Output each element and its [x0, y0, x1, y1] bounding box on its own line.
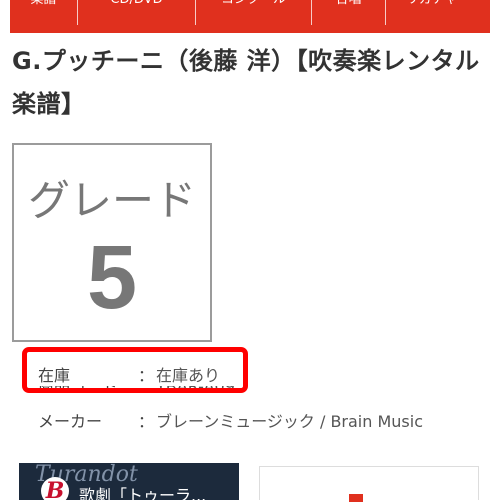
- maker-label: メーカー: [38, 412, 103, 431]
- grade-badge: グレード 5: [12, 143, 212, 342]
- product-title: G.プッチーニ（後藤 洋）【吹奏楽レンタル楽譜】: [12, 47, 480, 118]
- nav-item-sheet-music[interactable]: 楽譜: [10, 0, 78, 25]
- nav-item-chorus[interactable]: 合唱: [312, 0, 386, 25]
- stock-highlight-box: [22, 347, 248, 393]
- product-image-icon: [349, 494, 363, 502]
- brain-logo-icon: B: [41, 477, 69, 500]
- related-product-thumbnail[interactable]: Turandot B 歌劇「トゥーラ...: [19, 463, 239, 500]
- nav-item-ricacha[interactable]: リカチャー: [386, 0, 490, 25]
- maker-separator: ：: [138, 412, 155, 431]
- maker-value[interactable]: ブレーンミュージック / Brain Music: [156, 408, 423, 432]
- grade-label: グレード: [27, 176, 196, 225]
- related-product-card[interactable]: [259, 466, 479, 502]
- nav-item-contest[interactable]: コンクール: [196, 0, 312, 25]
- top-navigation: 楽譜 CD/DVD コンクール 合唱 リカチャー: [10, 0, 490, 33]
- maker-row: メーカー ： ブレーンミュージック / Brain Music: [38, 409, 423, 431]
- grade-number: 5: [86, 228, 138, 328]
- nav-item-cd-dvd[interactable]: CD/DVD: [78, 0, 196, 25]
- related-product-title: 歌劇「トゥーラ...: [79, 486, 207, 500]
